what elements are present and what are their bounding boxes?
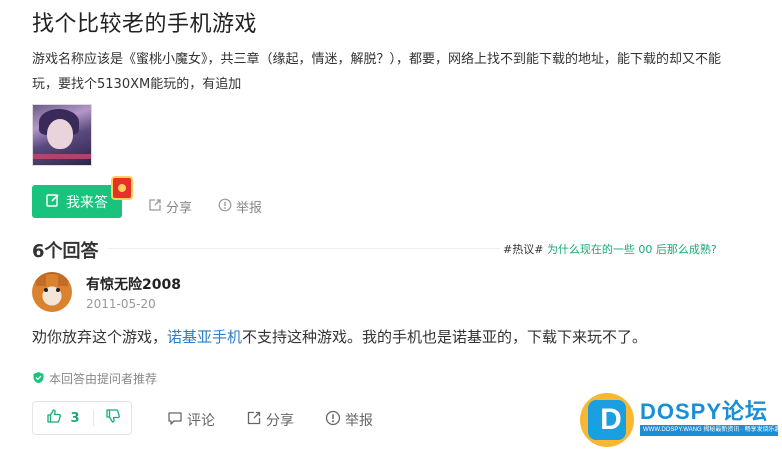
answer-button-label: 我来答 <box>66 194 108 211</box>
hot-topic-link[interactable]: 为什么现在的一些 00 后那么成熟? <box>547 243 717 256</box>
question-image[interactable] <box>32 104 92 166</box>
comment-button[interactable]: 评论 <box>167 410 215 430</box>
answer-date: 2011-05-20 <box>86 297 156 311</box>
recommend-badge: 本回答由提问者推荐 <box>32 370 157 387</box>
red-packet-icon[interactable] <box>111 176 133 200</box>
edit-icon <box>46 193 60 211</box>
report-icon <box>325 410 341 430</box>
answer-text-before: 劝你放弃这个游戏， <box>32 328 168 346</box>
answers-count: 6个回答 <box>32 241 99 262</box>
hot-topic-tag: #热议# <box>503 243 544 256</box>
divider <box>108 248 500 249</box>
thumbs-down-icon <box>105 408 121 428</box>
like-count: 3 <box>70 410 80 426</box>
answer-share-label: 分享 <box>266 413 294 429</box>
question-title: 找个比较老的手机游戏 <box>32 12 258 37</box>
dospy-brand: DOSPY论坛 <box>640 399 769 424</box>
avatar[interactable] <box>32 272 72 312</box>
dospy-watermark: D DOSPY论坛 WWW.DOSPY.WANG 揭秘最新资讯 · 畅享发烧乐趣 <box>580 390 780 452</box>
question-share-button[interactable]: 分享 <box>148 197 192 216</box>
like-button[interactable]: 3 <box>33 408 93 428</box>
dospy-strip: WWW.DOSPY.WANG 揭秘最新资讯 · 畅享发烧乐趣 <box>640 425 778 436</box>
vote-box: 3 <box>32 401 132 435</box>
thumbs-up-icon <box>46 408 62 428</box>
question-report-button[interactable]: 举报 <box>218 197 262 216</box>
comment-label: 评论 <box>187 413 215 429</box>
answer-report-button[interactable]: 举报 <box>325 410 373 430</box>
recommend-label: 本回答由提问者推荐 <box>49 372 158 386</box>
share-icon <box>148 198 162 216</box>
shield-check-icon <box>32 371 45 387</box>
report-icon <box>218 198 232 216</box>
answer-inline-link[interactable]: 诺基亚手机 <box>167 328 242 346</box>
hot-topic[interactable]: #热议# 为什么现在的一些 00 后那么成熟? <box>503 241 717 257</box>
comment-icon <box>167 410 183 430</box>
dislike-button[interactable] <box>94 408 131 428</box>
answer-report-label: 举报 <box>345 413 373 429</box>
answerer-name[interactable]: 有惊无险2008 <box>86 274 181 294</box>
answer-share-button[interactable]: 分享 <box>246 410 294 430</box>
question-description: 游戏名称应该是《蜜桃小魔女》，共三章（缘起，情迷，解脱？），都要，网络上找不到能… <box>32 52 722 92</box>
answer-button[interactable]: 我来答 <box>32 185 122 218</box>
answer-content: 劝你放弃这个游戏，诺基亚手机不支持这种游戏。我的手机也是诺基亚的，下载下来玩不了… <box>32 326 647 347</box>
report-label: 举报 <box>236 201 263 216</box>
share-icon <box>246 410 262 430</box>
answer-text-after: 不支持这种游戏。我的手机也是诺基亚的，下载下来玩不了。 <box>242 328 648 346</box>
share-label: 分享 <box>166 201 193 216</box>
